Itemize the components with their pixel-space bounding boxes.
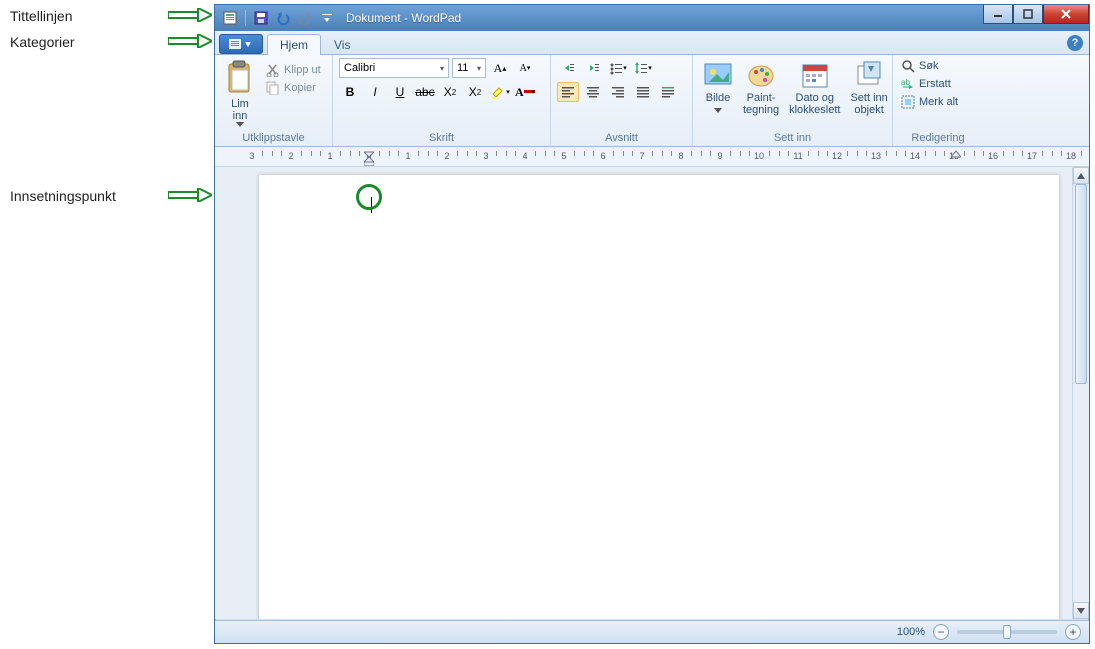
- find-button[interactable]: Søk: [899, 58, 941, 74]
- font-color-button[interactable]: A▾: [514, 82, 536, 102]
- titlebar[interactable]: Dokument - WordPad: [215, 5, 1089, 31]
- align-left-button[interactable]: [557, 82, 579, 102]
- app-icon[interactable]: [221, 9, 239, 27]
- insert-object-button[interactable]: Sett inn objekt: [846, 58, 891, 118]
- insert-picture-button[interactable]: Bilde: [699, 58, 737, 118]
- insert-datetime-button[interactable]: Dato og klokkeslett: [785, 58, 844, 118]
- zoom-slider-thumb[interactable]: [1003, 625, 1011, 639]
- justify-button[interactable]: [632, 82, 654, 102]
- align-center-button[interactable]: [582, 82, 604, 102]
- chevron-down-icon: [236, 122, 244, 127]
- tab-view[interactable]: Vis: [321, 34, 363, 55]
- insertion-point-highlight: [356, 184, 382, 210]
- italic-button[interactable]: I: [364, 82, 386, 102]
- palette-icon: [746, 60, 776, 90]
- document-page[interactable]: [259, 175, 1059, 619]
- arrow-icon: [168, 34, 212, 48]
- scroll-thumb[interactable]: [1075, 184, 1087, 384]
- align-right-button[interactable]: [607, 82, 629, 102]
- group-editing-label: Redigering: [899, 130, 977, 146]
- annotation-categories: Kategorier: [10, 34, 75, 50]
- insert-paint-button[interactable]: Paint- tegning: [739, 58, 783, 118]
- object-icon: [854, 60, 884, 90]
- scissors-icon: [266, 63, 280, 77]
- font-family-combo[interactable]: Calibri▾: [339, 58, 449, 78]
- vertical-scrollbar[interactable]: [1072, 167, 1089, 619]
- file-menu-button[interactable]: [219, 34, 263, 54]
- arrow-icon: [168, 188, 212, 202]
- file-menu-icon: [227, 38, 255, 50]
- select-all-icon: [901, 95, 915, 109]
- zoom-slider[interactable]: [957, 630, 1057, 634]
- help-icon[interactable]: ?: [1067, 35, 1083, 51]
- wordpad-window: Dokument - WordPad Hjem Vis ? Lim inn: [214, 4, 1090, 644]
- close-button[interactable]: [1043, 5, 1089, 24]
- search-icon: [901, 59, 915, 73]
- strikethrough-button[interactable]: abє: [414, 82, 436, 102]
- redo-icon[interactable]: [296, 9, 314, 27]
- font-size-combo[interactable]: 11▾: [452, 58, 486, 78]
- paste-button[interactable]: Lim inn: [221, 58, 259, 129]
- ribbon-tabs: Hjem Vis ?: [215, 31, 1089, 55]
- undo-icon[interactable]: [274, 9, 292, 27]
- qat-customize-icon[interactable]: [318, 9, 336, 27]
- group-insert-label: Sett inn: [699, 130, 886, 146]
- zoom-label: 100%: [897, 626, 925, 638]
- select-all-button[interactable]: Merk alt: [899, 94, 960, 110]
- scroll-down-button[interactable]: [1073, 602, 1089, 619]
- bold-button[interactable]: B: [339, 82, 361, 102]
- clipboard-icon: [225, 60, 255, 96]
- horizontal-ruler[interactable]: 3210123456789101112131415161718: [215, 147, 1089, 167]
- right-indent-marker[interactable]: [951, 148, 961, 158]
- group-font-label: Skrift: [339, 130, 544, 146]
- superscript-button[interactable]: X2: [464, 82, 486, 102]
- picture-icon: [703, 60, 733, 90]
- replace-button[interactable]: ab Erstatt: [899, 76, 953, 92]
- zoom-in-button[interactable]: +: [1065, 624, 1081, 640]
- highlight-button[interactable]: ▾: [489, 82, 511, 102]
- copy-button[interactable]: Kopier: [263, 80, 324, 96]
- maximize-button[interactable]: [1013, 5, 1043, 24]
- save-icon[interactable]: [252, 9, 270, 27]
- line-spacing-button[interactable]: ▾: [632, 58, 654, 78]
- replace-icon: ab: [901, 77, 915, 91]
- first-line-indent-marker[interactable]: [364, 148, 374, 166]
- grow-font-button[interactable]: A▴: [489, 58, 511, 78]
- window-title: Dokument - WordPad: [346, 11, 461, 25]
- increase-indent-button[interactable]: [582, 58, 604, 78]
- tab-home[interactable]: Hjem: [267, 34, 321, 55]
- copy-icon: [266, 81, 280, 95]
- arrow-icon: [168, 8, 212, 22]
- zoom-out-button[interactable]: −: [933, 624, 949, 640]
- statusbar: 100% − +: [215, 620, 1089, 643]
- annotation-insertion-point: Innsetningspunkt: [10, 188, 116, 204]
- document-area[interactable]: [215, 167, 1072, 619]
- shrink-font-button[interactable]: A▾: [514, 58, 536, 78]
- minimize-button[interactable]: [983, 5, 1013, 24]
- bullets-button[interactable]: ▾: [607, 58, 629, 78]
- calendar-icon: [800, 60, 830, 90]
- underline-button[interactable]: U: [389, 82, 411, 102]
- subscript-button[interactable]: X2: [439, 82, 461, 102]
- annotation-titlebar: Tittellinjen: [10, 8, 73, 24]
- decrease-indent-button[interactable]: [557, 58, 579, 78]
- group-paragraph-label: Avsnitt: [557, 130, 686, 146]
- cut-button[interactable]: Klipp ut: [263, 62, 324, 78]
- scroll-up-button[interactable]: [1073, 167, 1089, 184]
- group-clipboard-label: Utklippstavle: [221, 130, 326, 146]
- ribbon: Lim inn Klipp ut Kopier Utklippstavle: [215, 55, 1089, 147]
- paragraph-dialog-button[interactable]: [657, 82, 679, 102]
